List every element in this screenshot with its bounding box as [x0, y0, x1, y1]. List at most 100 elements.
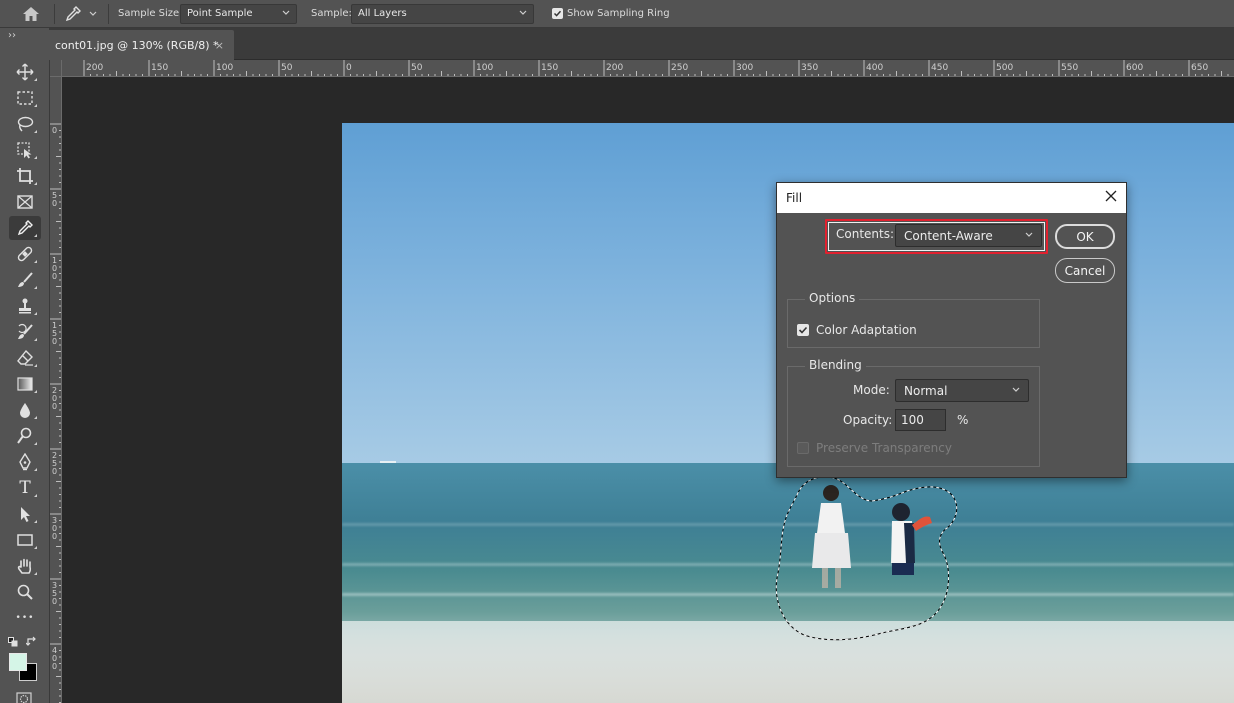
chevron-down-icon — [519, 10, 527, 15]
blur-tool[interactable] — [9, 398, 41, 422]
eraser-tool[interactable] — [9, 346, 41, 370]
brush-tool[interactable] — [9, 268, 41, 292]
tool-group-indicator — [34, 78, 37, 81]
sample-value: All Layers — [358, 8, 407, 19]
tool-group-indicator — [34, 494, 37, 497]
ruler-label: 100 — [216, 63, 234, 73]
tool-preset-picker[interactable] — [64, 3, 102, 25]
preserve-transparency-checkbox — [797, 442, 809, 454]
marquee-tool[interactable] — [9, 86, 41, 110]
checkmark-icon — [553, 10, 562, 17]
lasso-icon — [17, 116, 34, 132]
vertical-ruler[interactable]: 0 50 100 150 200 250 300 350 400 — [50, 77, 62, 703]
eyedropper-tool[interactable] — [9, 216, 41, 240]
cancel-button[interactable]: Cancel — [1055, 258, 1115, 283]
lasso-tool[interactable] — [9, 112, 41, 136]
tool-group-indicator — [34, 468, 37, 471]
chevron-down-icon — [1012, 387, 1020, 392]
opacity-field[interactable]: 100 — [895, 409, 946, 431]
mode-select[interactable]: Normal — [895, 379, 1029, 402]
zoom-tool[interactable] — [9, 580, 41, 604]
ruler-label: 100 — [52, 256, 58, 281]
sample-size-label: Sample Size: — [118, 8, 183, 19]
gradient-icon — [17, 377, 33, 391]
collapse-panel-icon[interactable]: ›› — [8, 30, 16, 41]
dodge-tool[interactable] — [9, 424, 41, 448]
tool-group-indicator — [34, 104, 37, 107]
ruler-label: 200 — [606, 63, 624, 73]
history-brush-tool[interactable] — [9, 320, 41, 344]
tool-group-indicator — [34, 260, 37, 263]
object-select-tool[interactable] — [9, 138, 41, 162]
ruler-origin[interactable] — [50, 60, 62, 77]
stamp-icon — [19, 298, 31, 314]
healing-tool[interactable] — [9, 242, 41, 266]
ruler-label: 50 — [411, 63, 423, 73]
ruler-label: 400 — [52, 646, 58, 671]
ruler-ticks — [83, 60, 1229, 76]
blending-group-title: Blending — [805, 358, 866, 372]
document-tab[interactable]: cont01.jpg @ 130% (RGB/8) * × — [46, 30, 234, 60]
horizontal-ruler[interactable]: 200 150 100 50 0 50 100 150 200 250 300 350 400 450 50… — [62, 60, 1234, 77]
fill-dialog: Fill Contents: Content-Aware OK Cancel O… — [776, 182, 1127, 478]
show-sampling-ring-label: Show Sampling Ring — [567, 8, 670, 19]
type-tool[interactable]: T — [9, 476, 41, 500]
ruler-label: 550 — [1061, 63, 1079, 73]
ruler-label: 300 — [52, 516, 58, 541]
path-select-tool[interactable] — [9, 502, 41, 526]
tool-group-indicator — [34, 338, 37, 341]
preserve-transparency-label: Preserve Transparency — [816, 441, 952, 455]
gradient-tool[interactable] — [9, 372, 41, 396]
hand-tool[interactable] — [9, 554, 41, 578]
color-adaptation-checkbox[interactable] — [797, 324, 809, 336]
move-tool[interactable] — [9, 60, 41, 84]
rect-marquee-icon — [17, 91, 33, 105]
ruler-label: 450 — [931, 63, 949, 73]
frame-tool[interactable] — [9, 190, 41, 214]
pen-icon — [19, 453, 31, 471]
home-button[interactable] — [14, 3, 48, 25]
stamp-tool[interactable] — [9, 294, 41, 318]
photoshop-window: Sample Size: Point Sample Sample: All La… — [0, 0, 1234, 703]
ruler-label: 100 — [476, 63, 494, 73]
home-icon — [23, 7, 39, 21]
contents-label: Contents: — [836, 227, 895, 241]
contents-value: Content-Aware — [904, 229, 993, 243]
options-separator — [108, 4, 109, 24]
sample-label: Sample: — [311, 8, 352, 19]
dodge-icon — [17, 427, 32, 444]
ok-button[interactable]: OK — [1055, 224, 1115, 249]
ruler-label: 150 — [52, 321, 58, 346]
drop-icon — [20, 403, 30, 418]
contents-select[interactable]: Content-Aware — [895, 224, 1042, 247]
tool-group-indicator — [34, 572, 37, 575]
quick-mask-icon[interactable] — [16, 692, 32, 703]
history-brush-icon — [18, 323, 33, 339]
opacity-unit: % — [957, 413, 969, 427]
swap-colors-icon[interactable] — [26, 636, 38, 648]
close-tab-icon[interactable]: × — [215, 39, 224, 52]
ruler-label: 150 — [541, 63, 559, 73]
ruler-label: 650 — [1191, 63, 1209, 73]
sample-size-select[interactable]: Point Sample — [180, 4, 297, 24]
crop-tool[interactable] — [9, 164, 41, 188]
eraser-icon — [17, 349, 33, 366]
ruler-label: 0 — [52, 126, 58, 135]
ruler-label: 400 — [866, 63, 884, 73]
tool-group-indicator — [34, 286, 37, 289]
mode-label: Mode: — [853, 383, 890, 397]
sample-select[interactable]: All Layers — [351, 4, 534, 24]
checkmark-icon — [798, 326, 808, 334]
pen-tool[interactable] — [9, 450, 41, 474]
foreground-color-swatch[interactable] — [9, 653, 27, 671]
eyedropper-icon — [65, 6, 81, 22]
dialog-titlebar[interactable]: Fill — [777, 183, 1126, 213]
ruler-label: 200 — [86, 63, 104, 73]
shape-tool[interactable] — [9, 528, 41, 552]
sample-size-value: Point Sample — [187, 8, 253, 19]
more-tools[interactable]: ••• — [9, 606, 41, 630]
default-colors-icon[interactable] — [8, 637, 18, 647]
show-sampling-ring-checkbox[interactable] — [552, 8, 563, 19]
tools-panel: ›› T ••• — [0, 28, 50, 703]
close-icon[interactable] — [1104, 189, 1118, 203]
